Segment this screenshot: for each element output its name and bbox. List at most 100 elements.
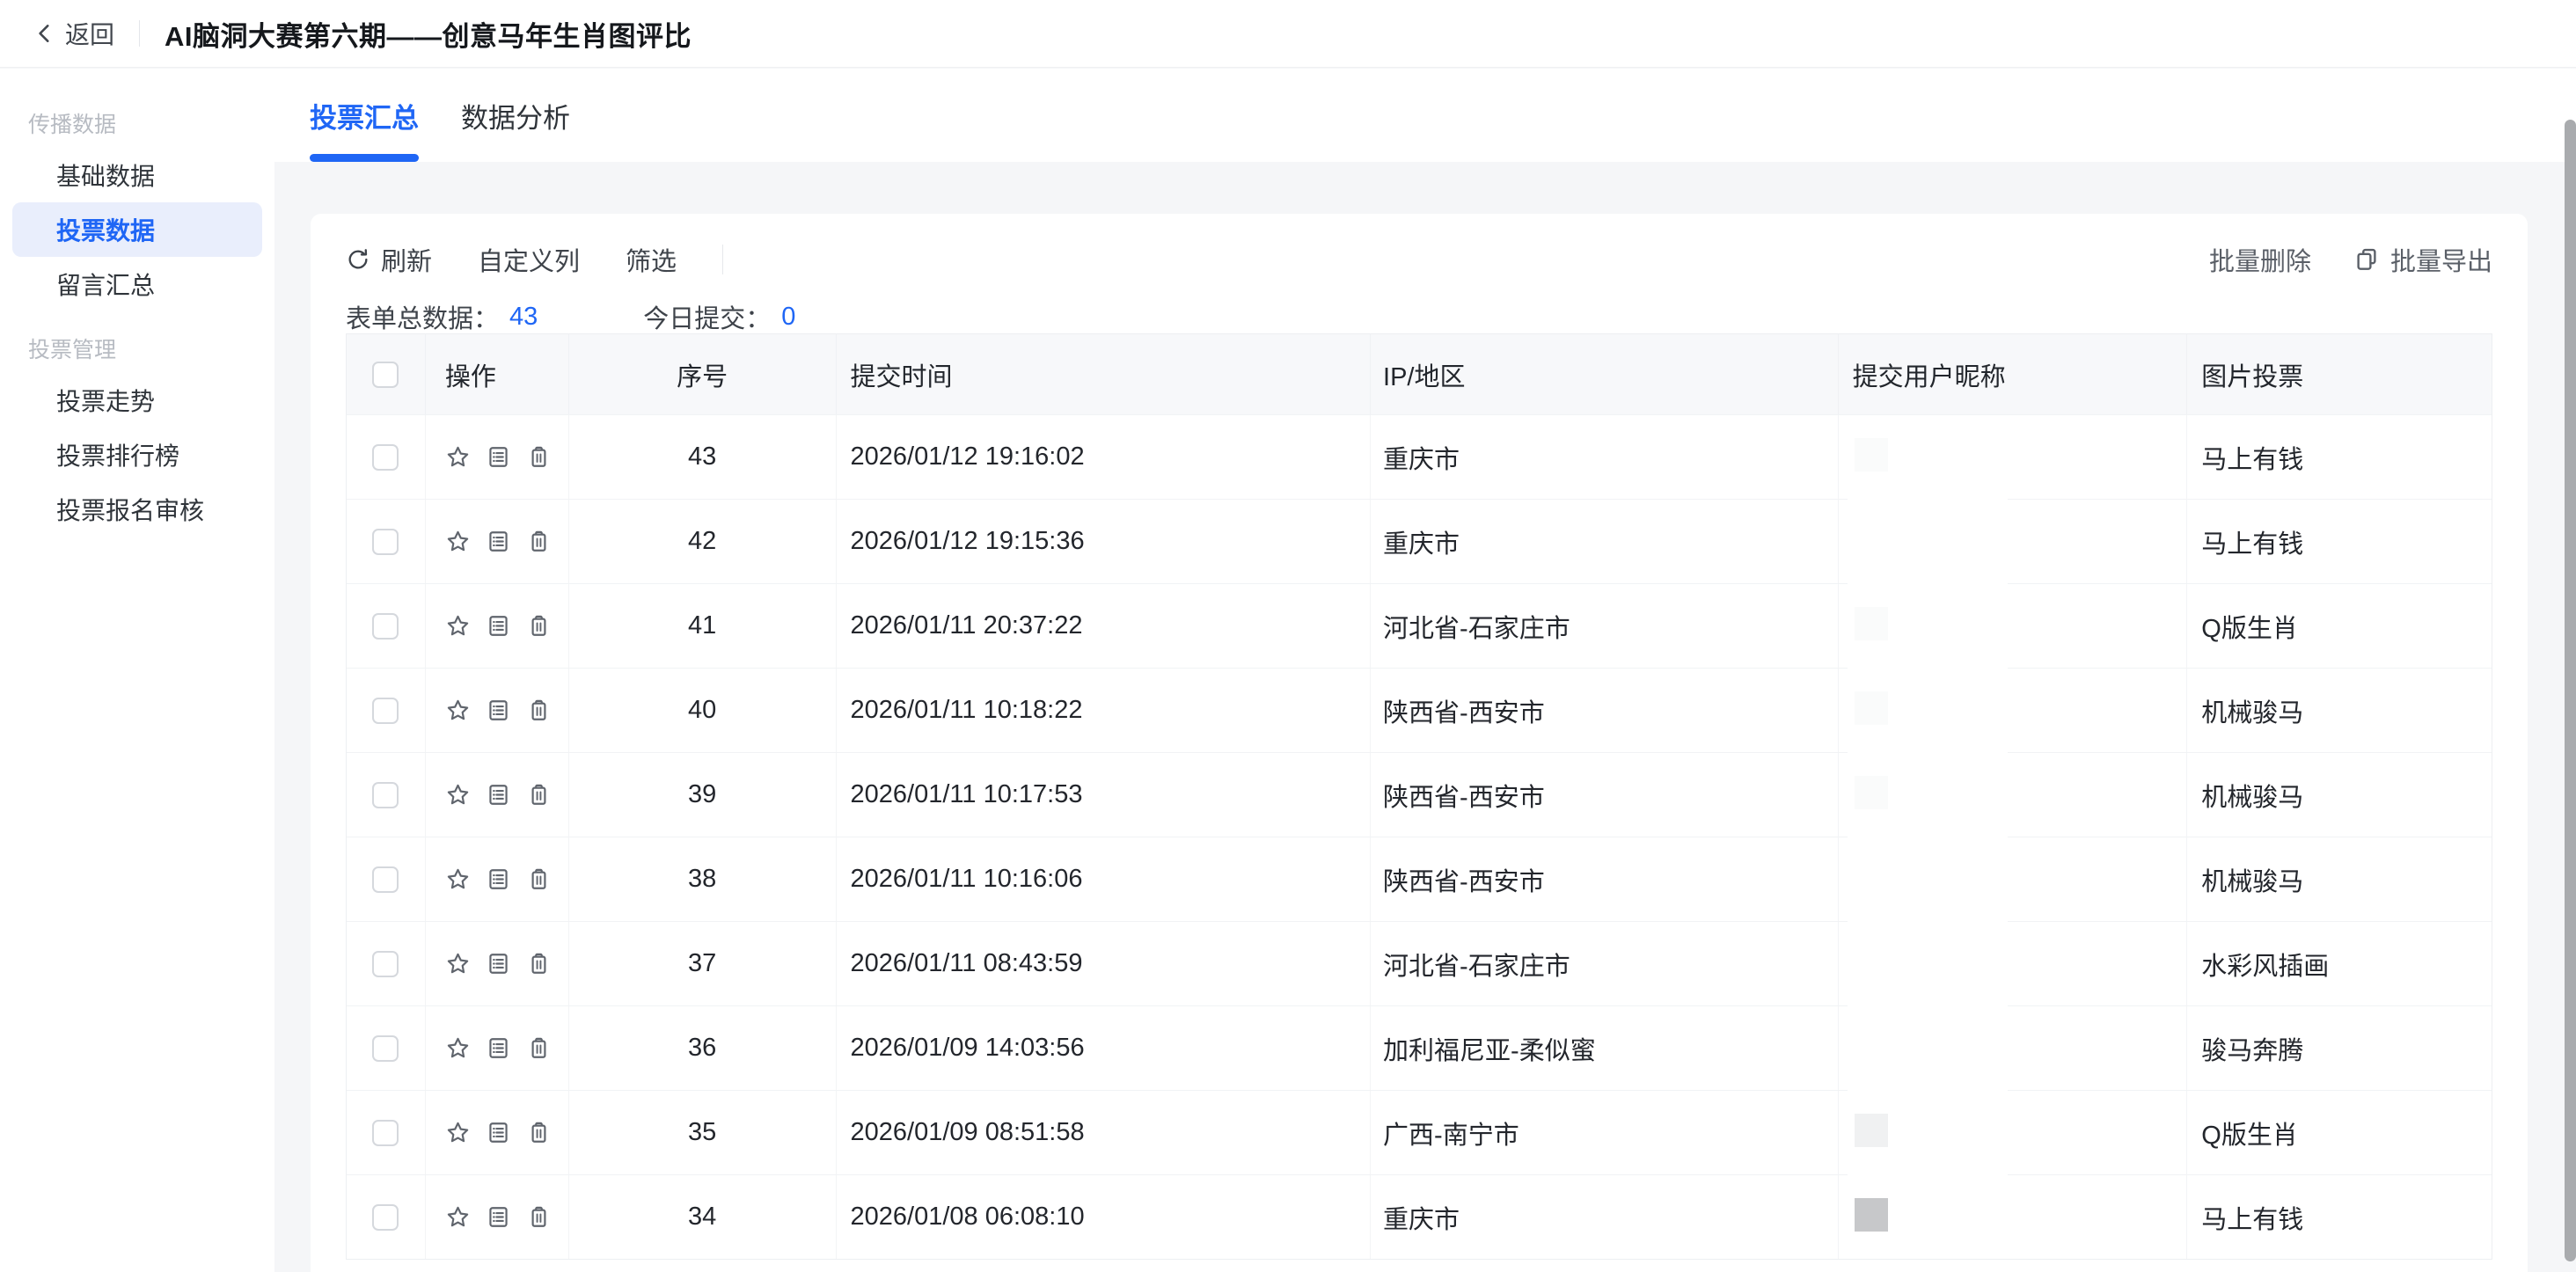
detail-icon[interactable] <box>486 1120 511 1145</box>
cell-submit-time: 2026/01/11 20:37:22 <box>837 584 1372 668</box>
export-copy-icon <box>2353 246 2380 273</box>
favorite-star-icon[interactable] <box>445 1204 471 1230</box>
submissions-table: 操作 序号 提交时间 IP/地区 提交用户昵称 图片投票 <box>346 333 2492 1260</box>
table-row: 37 2026/01/11 08:43:59 河北省-石家庄市 水彩风插画 <box>347 921 2492 1005</box>
row-checkbox[interactable] <box>372 1120 399 1146</box>
sidebar-item-message-summary[interactable]: 留言汇总 <box>12 257 262 311</box>
favorite-star-icon[interactable] <box>445 1035 471 1061</box>
delete-trash-icon[interactable] <box>526 1120 552 1145</box>
cell-submit-time: 2026/01/09 14:03:56 <box>837 1006 1372 1090</box>
back-label: 返回 <box>65 16 114 51</box>
row-checkbox[interactable] <box>372 444 399 471</box>
detail-icon[interactable] <box>486 782 511 808</box>
batch-export-button[interactable]: 批量导出 <box>2353 241 2492 278</box>
sidebar-item-vote-ranking[interactable]: 投票排行榜 <box>12 428 262 482</box>
detail-icon[interactable] <box>486 951 511 976</box>
sidebar-item-basic-data[interactable]: 基础数据 <box>12 148 262 202</box>
detail-icon[interactable] <box>486 444 511 470</box>
filter-button[interactable]: 筛选 <box>626 241 677 278</box>
delete-trash-icon[interactable] <box>526 951 552 976</box>
sidebar-section-spread-data: 传播数据 <box>0 102 274 148</box>
tab-data-analysis[interactable]: 数据分析 <box>461 69 570 162</box>
cell-submit-time: 2026/01/11 10:18:22 <box>837 669 1372 752</box>
row-checkbox[interactable] <box>372 698 399 724</box>
cell-image-vote: 机械骏马 <box>2187 753 2492 837</box>
redacted-avatar-block <box>1855 607 1888 640</box>
row-checkbox[interactable] <box>372 951 399 977</box>
sidebar: 传播数据基础数据投票数据留言汇总投票管理投票走势投票排行榜投票报名审核 <box>0 69 274 1272</box>
cell-seq: 38 <box>569 837 837 921</box>
detail-icon[interactable] <box>486 698 511 723</box>
cell-ip-region: 陕西省-西安市 <box>1371 753 1839 837</box>
detail-icon[interactable] <box>486 1204 511 1230</box>
total-submissions-value[interactable]: 43 <box>509 303 538 332</box>
cell-ip-region: 重庆市 <box>1371 500 1839 583</box>
page-title: AI脑洞大赛第六期——创意马年生肖图评比 <box>165 14 692 54</box>
cell-ip-region: 河北省-石家庄市 <box>1371 922 1839 1005</box>
delete-trash-icon[interactable] <box>526 529 552 554</box>
table-row: 36 2026/01/09 14:03:56 加利福尼亚-柔似蜜 骏马奔腾 <box>347 1005 2492 1090</box>
sidebar-item-vote-signup-review[interactable]: 投票报名审核 <box>12 482 262 537</box>
detail-icon[interactable] <box>486 613 511 639</box>
delete-trash-icon[interactable] <box>526 698 552 723</box>
favorite-star-icon[interactable] <box>445 698 471 723</box>
customize-columns-label: 自定义列 <box>478 241 580 278</box>
batch-delete-button[interactable]: 批量删除 <box>2209 241 2311 278</box>
cell-image-vote: Q版生肖 <box>2187 1091 2492 1174</box>
favorite-star-icon[interactable] <box>445 613 471 639</box>
column-header-nickname: 提交用户昵称 <box>1839 334 2188 414</box>
detail-icon[interactable] <box>486 1035 511 1061</box>
favorite-star-icon[interactable] <box>445 866 471 892</box>
row-checkbox[interactable] <box>372 1035 399 1062</box>
vertical-scrollbar[interactable] <box>2565 120 2576 1261</box>
stats-row: 表单总数据： 43 今日提交： 0 <box>346 298 795 335</box>
favorite-star-icon[interactable] <box>445 782 471 808</box>
sidebar-item-vote-data[interactable]: 投票数据 <box>12 202 262 257</box>
cell-submit-time: 2026/01/12 19:16:02 <box>837 415 1372 499</box>
column-header-seq: 序号 <box>569 334 837 414</box>
delete-trash-icon[interactable] <box>526 1204 552 1230</box>
delete-trash-icon[interactable] <box>526 444 552 470</box>
favorite-star-icon[interactable] <box>445 951 471 976</box>
cell-submit-time: 2026/01/08 06:08:10 <box>837 1175 1372 1259</box>
column-header-image-vote: 图片投票 <box>2187 334 2492 414</box>
delete-trash-icon[interactable] <box>526 782 552 808</box>
today-submissions-value[interactable]: 0 <box>781 303 795 332</box>
table-row: 35 2026/01/09 08:51:58 广西-南宁市 Q版生肖 <box>347 1090 2492 1174</box>
refresh-button[interactable]: 刷新 <box>346 241 432 278</box>
favorite-star-icon[interactable] <box>445 1120 471 1145</box>
delete-trash-icon[interactable] <box>526 1035 552 1061</box>
cell-ip-region: 重庆市 <box>1371 415 1839 499</box>
cell-seq: 42 <box>569 500 837 583</box>
delete-trash-icon[interactable] <box>526 866 552 892</box>
back-button[interactable]: 返回 <box>33 16 114 51</box>
delete-trash-icon[interactable] <box>526 613 552 639</box>
refresh-icon <box>346 247 370 272</box>
table-header: 操作 序号 提交时间 IP/地区 提交用户昵称 图片投票 <box>347 334 2492 414</box>
detail-icon[interactable] <box>486 529 511 554</box>
today-submissions-label: 今日提交： <box>643 298 771 335</box>
tab-vote-summary[interactable]: 投票汇总 <box>310 69 419 162</box>
favorite-star-icon[interactable] <box>445 444 471 470</box>
redacted-avatar-block <box>1855 1114 1888 1147</box>
cell-image-vote: 机械骏马 <box>2187 837 2492 921</box>
row-checkbox[interactable] <box>372 866 399 893</box>
detail-icon[interactable] <box>486 866 511 892</box>
topbar: 返回 AI脑洞大赛第六期——创意马年生肖图评比 <box>0 0 2576 68</box>
cell-ip-region: 河北省-石家庄市 <box>1371 584 1839 668</box>
row-checkbox[interactable] <box>372 782 399 808</box>
favorite-star-icon[interactable] <box>445 529 471 554</box>
cell-image-vote: Q版生肖 <box>2187 584 2492 668</box>
row-checkbox[interactable] <box>372 1204 399 1231</box>
sidebar-item-vote-trend[interactable]: 投票走势 <box>12 373 262 428</box>
redacted-avatar-block <box>1855 691 1888 725</box>
select-all-checkbox[interactable] <box>372 362 399 388</box>
column-header-actions: 操作 <box>426 334 569 414</box>
row-checkbox[interactable] <box>372 613 399 640</box>
redacted-avatar-block <box>1855 438 1888 472</box>
cell-submit-time: 2026/01/11 10:16:06 <box>837 837 1372 921</box>
row-checkbox[interactable] <box>372 529 399 555</box>
redacted-avatar-block <box>1855 1198 1888 1232</box>
customize-columns-button[interactable]: 自定义列 <box>478 241 580 278</box>
cell-ip-region: 广西-南宁市 <box>1371 1091 1839 1174</box>
